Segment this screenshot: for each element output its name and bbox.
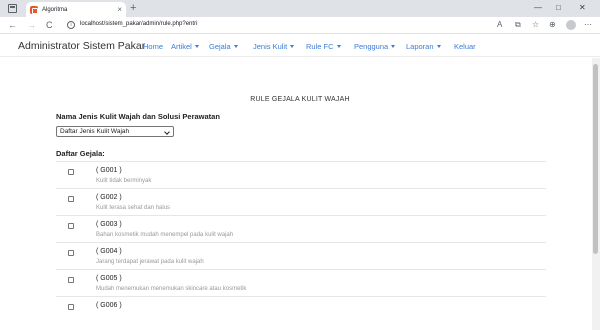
select-value: Daftar Jenis Kulit Wajah <box>60 128 130 135</box>
tab-close-icon[interactable]: × <box>117 5 122 14</box>
nav-item-home[interactable]: Home <box>143 42 163 51</box>
symptom-code: ( G003 ) <box>96 221 122 228</box>
minimize-icon[interactable]: — <box>534 3 542 13</box>
symptom-row: ( G005 ) Mudah menemukan menemukan skinca… <box>56 269 546 296</box>
symptom-checkbox[interactable] <box>68 250 74 256</box>
symptom-checkbox[interactable] <box>68 169 74 175</box>
app-navbar: Administrator Sistem Pakar Home Artikel … <box>0 35 600 57</box>
browser-titlebar: Algoritma × + — □ ✕ <box>0 0 600 17</box>
chevron-down-icon <box>194 45 199 48</box>
read-aloud-icon[interactable]: A <box>497 20 502 30</box>
back-icon[interactable]: ← <box>8 20 17 30</box>
collections-icon[interactable]: ⊕ <box>549 20 556 30</box>
chevron-down-icon <box>290 45 295 48</box>
symptom-code: ( G001 ) <box>96 167 122 174</box>
symptom-row: ( G004 ) Jarang terdapat jerawat pada kul… <box>56 242 546 269</box>
favorites-icon[interactable]: ☆ <box>532 20 539 30</box>
browser-toolbar: ← → C i localhost/sistem_pakar/admin/rul… <box>0 17 600 34</box>
nav-item-keluar[interactable]: Keluar <box>454 42 476 51</box>
new-tab-icon[interactable]: + <box>130 2 136 14</box>
site-favicon-icon <box>30 5 38 14</box>
nav-item-pengguna[interactable]: Pengguna <box>354 42 396 51</box>
address-bar[interactable]: localhost/sistem_pakar/admin/rule.php?en… <box>80 21 197 27</box>
symptom-code: ( G006 ) <box>96 302 122 309</box>
chevron-down-icon <box>336 45 341 48</box>
symptom-code: ( G002 ) <box>96 194 122 201</box>
chevron-down-icon <box>391 45 396 48</box>
extensions-icon[interactable]: ⧉ <box>515 20 521 30</box>
symptom-description: Kulit tidak berminyak <box>96 178 152 184</box>
more-menu-icon[interactable]: ⋯ <box>584 20 592 30</box>
symptom-row: ( G002 ) Kulit terasa sehat dan halus <box>56 188 546 215</box>
page-title: RULE GEJALA KULIT WAJAH <box>250 96 350 103</box>
nav-item-rule-fc[interactable]: Rule FC <box>306 42 341 51</box>
symptom-description: Bahan kosmetik mudah menempel pada kulit… <box>96 232 234 238</box>
symptom-row: ( G001 ) Kulit tidak berminyak <box>56 161 546 188</box>
scrollbar-thumb[interactable] <box>593 64 598 254</box>
chevron-down-icon <box>233 45 238 48</box>
reload-icon[interactable]: C <box>46 20 53 30</box>
section-label: Nama Jenis Kulit Wajah dan Solusi Perawa… <box>56 112 220 121</box>
symptom-list-label: Daftar Gejala: <box>56 149 105 158</box>
nav-item-laporan[interactable]: Laporan <box>406 42 441 51</box>
close-window-icon[interactable]: ✕ <box>579 3 586 13</box>
forward-icon[interactable]: → <box>27 20 36 30</box>
symptom-checkbox[interactable] <box>68 196 74 202</box>
chevron-down-icon <box>164 129 170 135</box>
symptom-description: Kulit terasa sehat dan halus <box>96 205 171 211</box>
jenis-kulit-select[interactable]: Daftar Jenis Kulit Wajah <box>56 126 174 137</box>
symptom-row: ( G003 ) Bahan kosmetik mudah menempel pa… <box>56 215 546 242</box>
symptom-checkbox[interactable] <box>68 223 74 229</box>
symptom-code: ( G004 ) <box>96 248 122 255</box>
symptom-checkbox[interactable] <box>68 277 74 283</box>
symptom-checkbox[interactable] <box>68 304 74 310</box>
profile-avatar[interactable] <box>566 20 576 30</box>
symptom-row: ( G006 ) <box>56 296 546 323</box>
symptom-code: ( G005 ) <box>96 275 122 282</box>
symptom-description: Mudah menemukan menemukan skincare atau … <box>96 286 247 292</box>
browser-tab[interactable]: Algoritma × <box>26 2 126 17</box>
tab-title: Algoritma <box>42 6 68 13</box>
navbar-brand[interactable]: Administrator Sistem Pakar <box>18 40 145 52</box>
maximize-icon[interactable]: □ <box>556 3 561 13</box>
nav-item-jenis-kulit[interactable]: Jenis Kulit <box>253 42 295 51</box>
window-menu-icon[interactable] <box>8 4 17 13</box>
site-info-icon[interactable]: i <box>67 21 75 29</box>
chevron-down-icon <box>436 45 441 48</box>
nav-item-gejala[interactable]: Gejala <box>209 42 238 51</box>
symptom-description: Jarang terdapat jerawat pada kulit wajah <box>96 259 204 265</box>
nav-item-artikel[interactable]: Artikel <box>171 42 199 51</box>
